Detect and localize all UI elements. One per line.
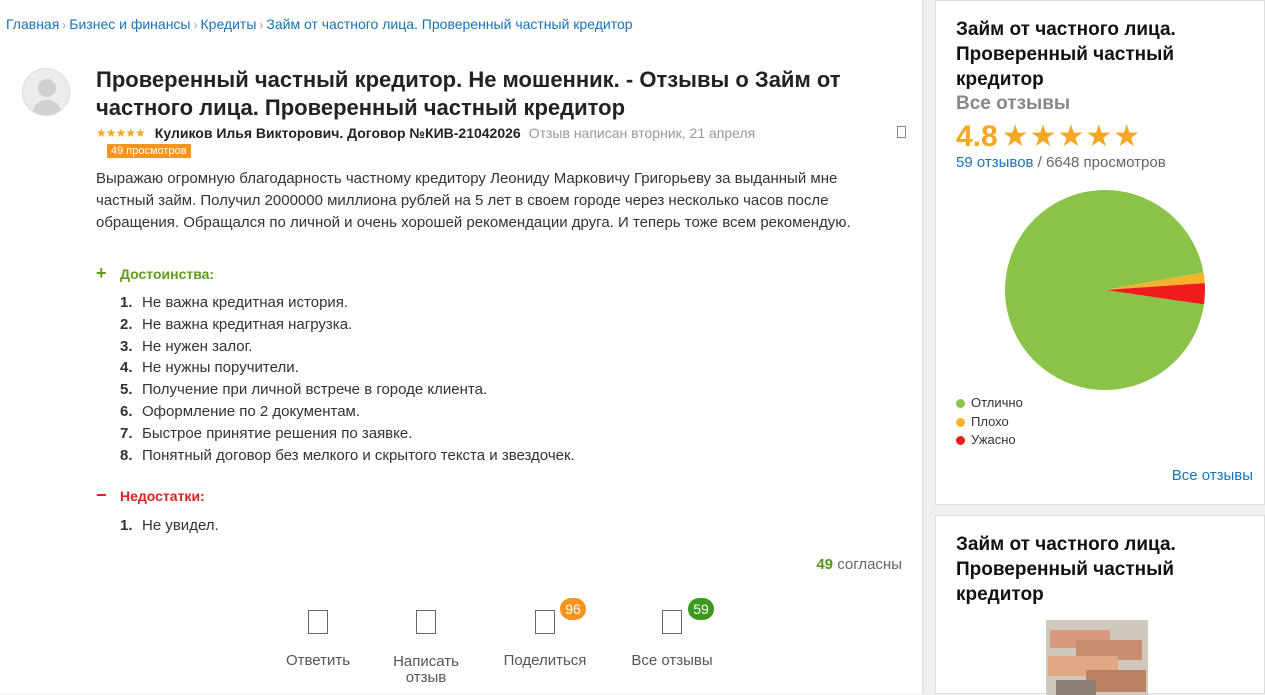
pie-svg xyxy=(1005,189,1205,390)
all-reviews-button[interactable]: 59 Все отзывы xyxy=(624,598,720,669)
list-item: 3. Не нужен залог. xyxy=(120,337,253,355)
breadcrumb-current[interactable]: Займ от частного лица. Проверенный частн… xyxy=(266,16,632,32)
breadcrumb-home[interactable]: Главная xyxy=(6,16,59,32)
legend-item-terrible: Ужасно xyxy=(956,431,1023,450)
reply-label: Ответить xyxy=(285,652,351,669)
review-meta: ★★★★★ Куликов Илья Викторович. Договор №К… xyxy=(96,125,906,145)
legend-item-excellent: Отлично xyxy=(956,394,1023,413)
list-item: 1. Не увидел. xyxy=(120,517,219,534)
breadcrumb-separator-icon: › xyxy=(259,18,264,32)
all-reviews-subtitle: Все отзывы xyxy=(956,93,1071,114)
share-icon xyxy=(535,610,555,634)
reviews-count-badge: 59 xyxy=(688,598,714,620)
pros-list: 1. Не важна кредитная история. 2. Не важна… xyxy=(120,292,575,466)
breadcrumb: Главная › Бизнес и финансы › Кредиты › Займ от… xyxy=(6,16,633,32)
legend-dot xyxy=(956,436,965,445)
agree-label: согласны xyxy=(837,556,902,573)
cons-heading: − Недостатки: xyxy=(96,485,205,506)
breadcrumb-credits[interactable]: Кредиты xyxy=(201,16,257,32)
list-item: 5. Получение при личной встрече в городе … xyxy=(120,381,488,399)
reply-icon xyxy=(308,610,328,634)
all-reviews-label: Все отзывы xyxy=(631,652,713,669)
rating-pie-chart xyxy=(1004,189,1206,391)
reviews-icon xyxy=(662,610,682,634)
review-date: Отзыв написан вторник, 21 апреля xyxy=(528,125,756,141)
plus-icon: + xyxy=(96,263,107,283)
breadcrumb-business[interactable]: Бизнес и финансы xyxy=(69,16,190,32)
rating-stars: ★★★★★ xyxy=(96,126,146,140)
reply-button[interactable]: Ответить xyxy=(278,610,358,669)
agree-count: 49 xyxy=(816,556,834,573)
rating-stars-large: ★★★★★ xyxy=(1001,120,1142,153)
avatar[interactable] xyxy=(22,68,70,116)
product-card-title[interactable]: Займ от частного лица. Проверенный частн… xyxy=(956,532,1256,607)
product-title[interactable]: Займ от частного лица. Проверенный частн… xyxy=(956,17,1256,92)
list-item: 7. Быстрое принятие решения по заявке. xyxy=(120,424,413,442)
review-title: Проверенный частный кредитор. Не мошенни… xyxy=(96,67,841,120)
chart-legend: Отлично Плохо Ужасно xyxy=(956,394,1023,450)
write-icon xyxy=(416,610,436,634)
list-item: 1. Не важна кредитная история. xyxy=(120,294,349,311)
legend-item-bad: Плохо xyxy=(956,413,1023,432)
agree-counter[interactable]: 49 согласны xyxy=(816,556,902,573)
legend-dot xyxy=(956,399,965,408)
views-count: / 6648 просмотров xyxy=(1033,154,1166,171)
cons-list: 1. Не увидел. xyxy=(120,515,219,537)
list-item: 6. Оформление по 2 документам. xyxy=(120,402,361,420)
product-summary-card: Займ от частного лица. Проверенный частн… xyxy=(935,0,1265,505)
share-count-badge: 96 xyxy=(560,598,586,620)
views-badge: 49 просмотров xyxy=(107,144,191,158)
pros-label: Достоинства: xyxy=(120,266,215,282)
product-image[interactable] xyxy=(1046,620,1148,695)
rating-row: 4.8 ★★★★★ xyxy=(956,119,1141,154)
money-stack-image xyxy=(1046,620,1148,695)
share-button[interactable]: 96 Поделиться xyxy=(496,598,594,669)
review-text: Выражаю огромную благодарность частному … xyxy=(96,170,851,231)
user-silhouette-icon xyxy=(31,79,63,115)
reviews-count-link[interactable]: 59 отзывов xyxy=(956,154,1034,171)
list-item: 4. Не нужны поручители. xyxy=(120,359,299,377)
stats-row: 59 отзывов / 6648 просмотров xyxy=(956,154,1166,171)
report-icon[interactable] xyxy=(897,126,906,138)
minus-icon: − xyxy=(96,485,107,505)
cons-label: Недостатки: xyxy=(120,488,205,504)
share-label: Поделиться xyxy=(503,652,587,669)
all-reviews-link[interactable]: Все отзывы xyxy=(1172,467,1253,484)
product-card: Займ от частного лица. Проверенный частн… xyxy=(935,515,1265,695)
rating-value: 4.8 xyxy=(956,120,998,153)
write-review-label: Написать отзыв xyxy=(393,653,459,686)
author-name[interactable]: Куликов Илья Викторович. Договор №КИВ-21… xyxy=(155,125,521,141)
review-panel: Главная › Бизнес и финансы › Кредиты › Займ от… xyxy=(0,0,923,694)
list-item: 2. Не важна кредитная нагрузка. xyxy=(120,315,353,333)
pros-heading: + Достоинства: xyxy=(96,263,214,284)
breadcrumb-separator-icon: › xyxy=(193,18,198,32)
list-item: 8. Понятный договор без мелкого и скрытог… xyxy=(120,446,575,464)
legend-dot xyxy=(956,417,965,427)
write-review-button[interactable]: Написать отзыв xyxy=(386,610,466,686)
breadcrumb-separator-icon: › xyxy=(62,18,67,32)
